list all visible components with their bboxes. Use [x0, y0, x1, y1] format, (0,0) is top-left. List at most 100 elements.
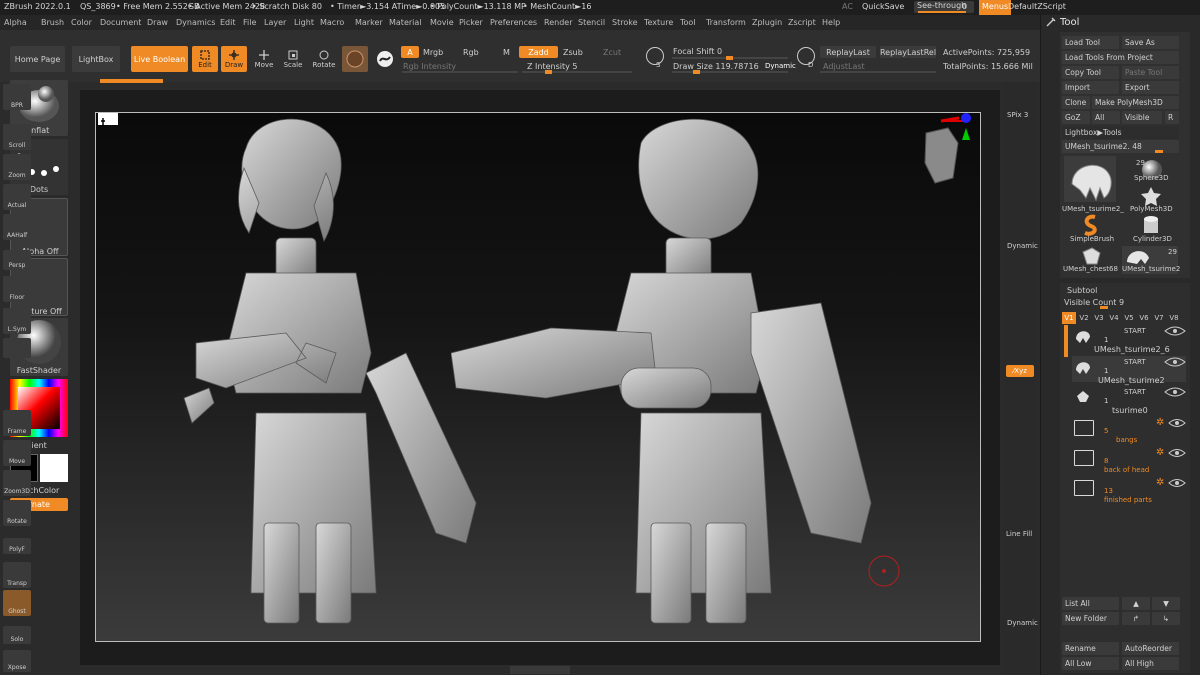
clone-button[interactable]: Clone [1062, 96, 1090, 109]
save-as-button[interactable]: Save As [1122, 36, 1179, 49]
subtool-title[interactable]: Subtool [1067, 286, 1097, 295]
eye-icon[interactable] [1164, 357, 1186, 367]
home-page-button[interactable]: Home Page [10, 46, 65, 72]
simplebrush-icon[interactable] [1080, 214, 1102, 236]
a-toggle[interactable]: A [401, 46, 419, 58]
lsym-button[interactable]: L.Sym [3, 308, 31, 334]
lock-button[interactable] [3, 338, 31, 358]
menu-picker[interactable]: Picker [459, 18, 483, 27]
menu-zplugin[interactable]: Zplugin [752, 18, 782, 27]
adjust-last-slider[interactable]: AdjustLast [823, 62, 865, 71]
polyf-button[interactable]: PolyF [3, 538, 31, 554]
move-button[interactable]: Move [251, 46, 277, 72]
goz-button[interactable]: GoZ [1062, 111, 1090, 124]
edit-button[interactable]: Edit [192, 46, 218, 72]
version-tab-v1[interactable]: V1 [1062, 312, 1076, 324]
rgb-intensity-slider[interactable]: Rgb Intensity [403, 62, 456, 71]
actual-button[interactable]: Actual [3, 184, 31, 210]
replay-last-rel-button[interactable]: ReplayLastRel [880, 46, 936, 58]
eye-icon[interactable] [1164, 387, 1186, 397]
rename-button[interactable]: Rename [1062, 642, 1119, 655]
load-tools-from-project-button[interactable]: Load Tools From Project [1062, 51, 1179, 64]
dynamic-toggle[interactable]: Dynamic [765, 62, 796, 70]
load-tool-button[interactable]: Load Tool [1062, 36, 1119, 49]
subtool-item[interactable]: START 1 UMesh_tsurime2 [1072, 356, 1186, 385]
eye-icon[interactable] [1168, 478, 1186, 488]
material-button[interactable] [342, 46, 368, 72]
menu-document[interactable]: Document [100, 18, 141, 27]
menu-alpha[interactable]: Alpha [4, 18, 27, 27]
menu-movie[interactable]: Movie [430, 18, 454, 27]
goz-all-button[interactable]: All [1092, 111, 1120, 124]
xpose-button[interactable]: Xpose [3, 650, 31, 672]
solo-button[interactable]: Solo [3, 626, 31, 644]
menu-texture[interactable]: Texture [644, 18, 673, 27]
m-toggle[interactable]: M [503, 48, 510, 57]
version-tab-v4[interactable]: V4 [1107, 312, 1121, 324]
zoom-button[interactable]: Zoom [3, 154, 31, 180]
bottom-tray-handle[interactable] [510, 666, 570, 674]
s-dial[interactable] [646, 47, 664, 65]
all-low-button[interactable]: All Low [1062, 657, 1119, 670]
menu-file[interactable]: File [243, 18, 256, 27]
dynamic-persp-toggle[interactable]: Dynamic [1007, 242, 1038, 250]
aahalf-button[interactable]: AAHalf [3, 214, 31, 240]
paste-tool-button[interactable]: Paste Tool [1122, 66, 1179, 79]
move-view-button[interactable]: Move [3, 440, 31, 466]
version-tab-v3[interactable]: V3 [1092, 312, 1106, 324]
gear-icon[interactable]: ✲ [1156, 477, 1164, 488]
rotate-view-button[interactable]: Rotate [3, 500, 31, 526]
menus-toggle[interactable]: Menus [979, 0, 1012, 15]
default-zscript-button[interactable]: DefaultZScript [1008, 2, 1066, 11]
frame-button[interactable]: Frame [3, 410, 31, 436]
z-intensity-slider[interactable]: Z Intensity 5 [527, 62, 577, 71]
quicksave-button[interactable]: QuickSave [862, 2, 904, 11]
menu-material[interactable]: Material [389, 18, 422, 27]
eye-icon[interactable] [1164, 326, 1186, 336]
gear-icon[interactable]: ✲ [1156, 447, 1164, 458]
subtool-folder[interactable]: 8 back of head ✲ [1072, 447, 1186, 475]
make-polymesh3d-button[interactable]: Make PolyMesh3D [1092, 96, 1179, 109]
ghost-button[interactable]: Ghost [3, 590, 31, 616]
secondary-color-swatch[interactable] [40, 454, 68, 482]
menu-zscript[interactable]: Zscript [788, 18, 816, 27]
menu-macro[interactable]: Macro [320, 18, 344, 27]
navigation-gizmo[interactable] [916, 113, 976, 193]
menu-light[interactable]: Light [294, 18, 314, 27]
zadd-toggle[interactable]: Zadd [519, 46, 558, 58]
subtool-item[interactable]: START 1 UMesh_tsurime2_6 [1072, 325, 1186, 354]
rgb-toggle[interactable]: Rgb [463, 48, 479, 57]
import-button[interactable]: Import [1062, 81, 1119, 94]
zoom3d-button[interactable]: Zoom3D [3, 470, 31, 496]
polymesh3d-star-icon[interactable] [1140, 186, 1162, 206]
menu-marker[interactable]: Marker [355, 18, 383, 27]
transp-button[interactable]: Transp [3, 562, 31, 588]
draw-size-slider[interactable]: Draw Size 119.78716 [673, 62, 759, 71]
move-down-button[interactable]: ▼ [1152, 597, 1180, 610]
menu-stroke[interactable]: Stroke [612, 18, 638, 27]
tool-thumb-umesh-tsurime2[interactable] [1064, 156, 1116, 202]
arrow-in-icon[interactable]: ↳ [1152, 612, 1180, 625]
menu-layer[interactable]: Layer [264, 18, 286, 27]
stroke-button[interactable] [372, 46, 398, 72]
version-tab-v6[interactable]: V6 [1137, 312, 1151, 324]
copy-tool-button[interactable]: Copy Tool [1062, 66, 1119, 79]
menu-color[interactable]: Color [71, 18, 92, 27]
dynamic-solo-toggle[interactable]: Dynamic [1007, 619, 1038, 627]
scroll-button[interactable]: Scroll [3, 124, 31, 150]
menu-brush[interactable]: Brush [41, 18, 64, 27]
replay-last-button[interactable]: ReplayLast [820, 46, 876, 58]
lightbox-button[interactable]: LightBox [72, 46, 120, 72]
xyz-button[interactable]: ⁄Xyz [1006, 365, 1034, 377]
zcut-toggle[interactable]: Zcut [603, 48, 621, 57]
all-high-button[interactable]: All High [1122, 657, 1179, 670]
viewport-canvas[interactable] [95, 112, 981, 642]
export-button[interactable]: Export [1122, 81, 1179, 94]
list-all-button[interactable]: List All [1062, 597, 1119, 610]
scale-button[interactable]: Scale [280, 46, 306, 72]
spix-slider[interactable]: SPix 3 [1007, 111, 1028, 119]
focal-shift-slider[interactable]: Focal Shift 0 [673, 47, 722, 56]
menu-draw[interactable]: Draw [147, 18, 168, 27]
menu-transform[interactable]: Transform [706, 18, 746, 27]
menu-stencil[interactable]: Stencil [578, 18, 605, 27]
